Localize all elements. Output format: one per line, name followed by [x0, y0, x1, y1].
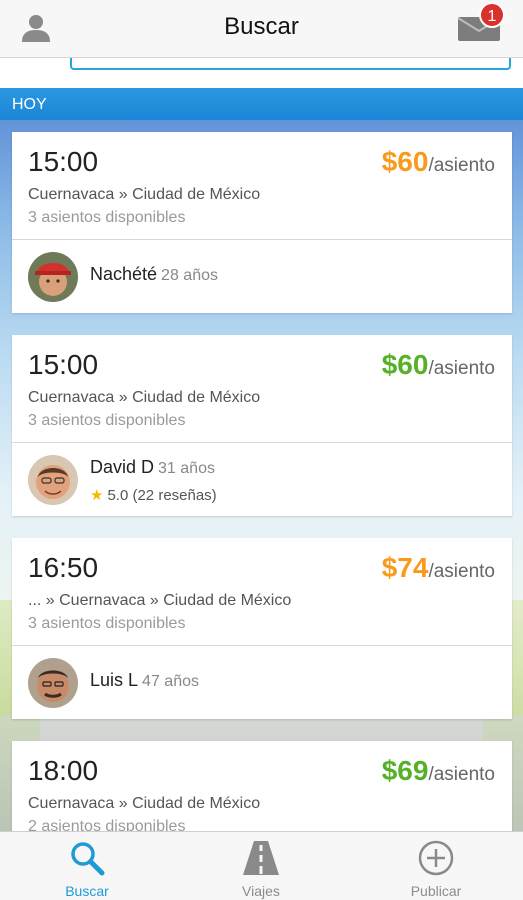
route: Cuernavaca » Ciudad de México — [28, 795, 261, 812]
departure-time: 16:50 — [28, 552, 99, 583]
driver-row[interactable]: David D 31 años ★ 5.0 (22 reseñas) — [12, 443, 512, 516]
top-navigation-bar: Buscar 1 — [0, 0, 523, 58]
price-unit: /asiento — [428, 561, 495, 582]
price-amount: $60 — [381, 349, 429, 380]
rating-text: 5.0 (22 reseñas) — [107, 487, 217, 504]
driver-info: David D 31 años — [90, 457, 215, 478]
driver-name: David D — [90, 457, 155, 477]
tab-label: Publicar — [410, 883, 462, 899]
driver-name: Luis L — [90, 670, 139, 690]
price: $69/asiento — [382, 755, 495, 787]
ride-info[interactable]: 15:00 $60/asiento Cuernavaca » Ciudad de… — [12, 132, 512, 240]
tab-label: Viajes — [242, 883, 280, 899]
price-amount: $60 — [381, 146, 429, 177]
driver-avatar — [28, 658, 78, 708]
driver-info: Nachété 28 años — [90, 264, 218, 285]
notification-badge: 1 — [479, 2, 505, 28]
price: $74/asiento — [382, 552, 495, 584]
price-unit: /asiento — [428, 155, 495, 176]
route: ... » Cuernavaca » Ciudad de México — [28, 592, 292, 609]
tab-viajes[interactable]: Viajes — [174, 832, 348, 900]
ride-card[interactable]: 16:50 $74/asiento ... » Cuernavaca » Ciu… — [12, 538, 512, 719]
search-area — [0, 50, 523, 88]
bottom-tab-bar: Buscar Viajes Publicar — [0, 831, 523, 900]
ride-card[interactable]: 18:00 $69/asiento Cuernavaca » Ciudad de… — [12, 741, 512, 841]
tab-publicar[interactable]: Publicar — [349, 832, 523, 900]
ride-info[interactable]: 15:00 $60/asiento Cuernavaca » Ciudad de… — [12, 335, 512, 443]
available-seats: 3 asientos disponibles — [28, 209, 186, 226]
driver-avatar — [28, 455, 78, 505]
departure-time: 15:00 — [28, 349, 99, 380]
route: Cuernavaca » Ciudad de México — [28, 186, 261, 203]
star-icon: ★ — [90, 487, 104, 504]
price-unit: /asiento — [428, 358, 495, 379]
ride-info[interactable]: 18:00 $69/asiento Cuernavaca » Ciudad de… — [12, 741, 512, 841]
ride-info[interactable]: 16:50 $74/asiento ... » Cuernavaca » Ciu… — [12, 538, 512, 646]
driver-row[interactable]: Nachété 28 años — [12, 240, 512, 313]
price: $60/asiento — [382, 146, 495, 178]
section-header-today: HOY — [0, 88, 523, 120]
driver-name: Nachété — [90, 264, 158, 284]
driver-age: 28 años — [161, 267, 218, 284]
driver-avatar — [28, 252, 78, 302]
available-seats: 3 asientos disponibles — [28, 412, 186, 429]
road-icon — [243, 841, 279, 875]
departure-time: 15:00 — [28, 146, 99, 177]
driver-info: Luis L 47 años — [90, 670, 199, 691]
price-amount: $74 — [381, 552, 429, 583]
departure-time: 18:00 — [28, 755, 99, 786]
price-amount: $69 — [381, 755, 429, 786]
price-unit: /asiento — [428, 764, 495, 785]
price: $60/asiento — [382, 349, 495, 381]
available-seats: 3 asientos disponibles — [28, 615, 186, 632]
tab-label: Buscar — [65, 883, 109, 899]
plus-circle-icon — [418, 840, 454, 876]
tab-buscar[interactable]: Buscar — [0, 832, 174, 900]
page-title: Buscar — [224, 13, 299, 40]
driver-age: 31 años — [158, 460, 215, 477]
ride-card[interactable]: 15:00 $60/asiento Cuernavaca » Ciudad de… — [12, 132, 512, 313]
route: Cuernavaca » Ciudad de México — [28, 389, 261, 406]
ride-card[interactable]: 15:00 $60/asiento Cuernavaca » Ciudad de… — [12, 335, 512, 516]
driver-rating: ★ 5.0 (22 reseñas) — [90, 486, 217, 504]
driver-age: 47 años — [142, 673, 199, 690]
search-icon — [71, 842, 105, 876]
driver-row[interactable]: Luis L 47 años — [12, 646, 512, 719]
